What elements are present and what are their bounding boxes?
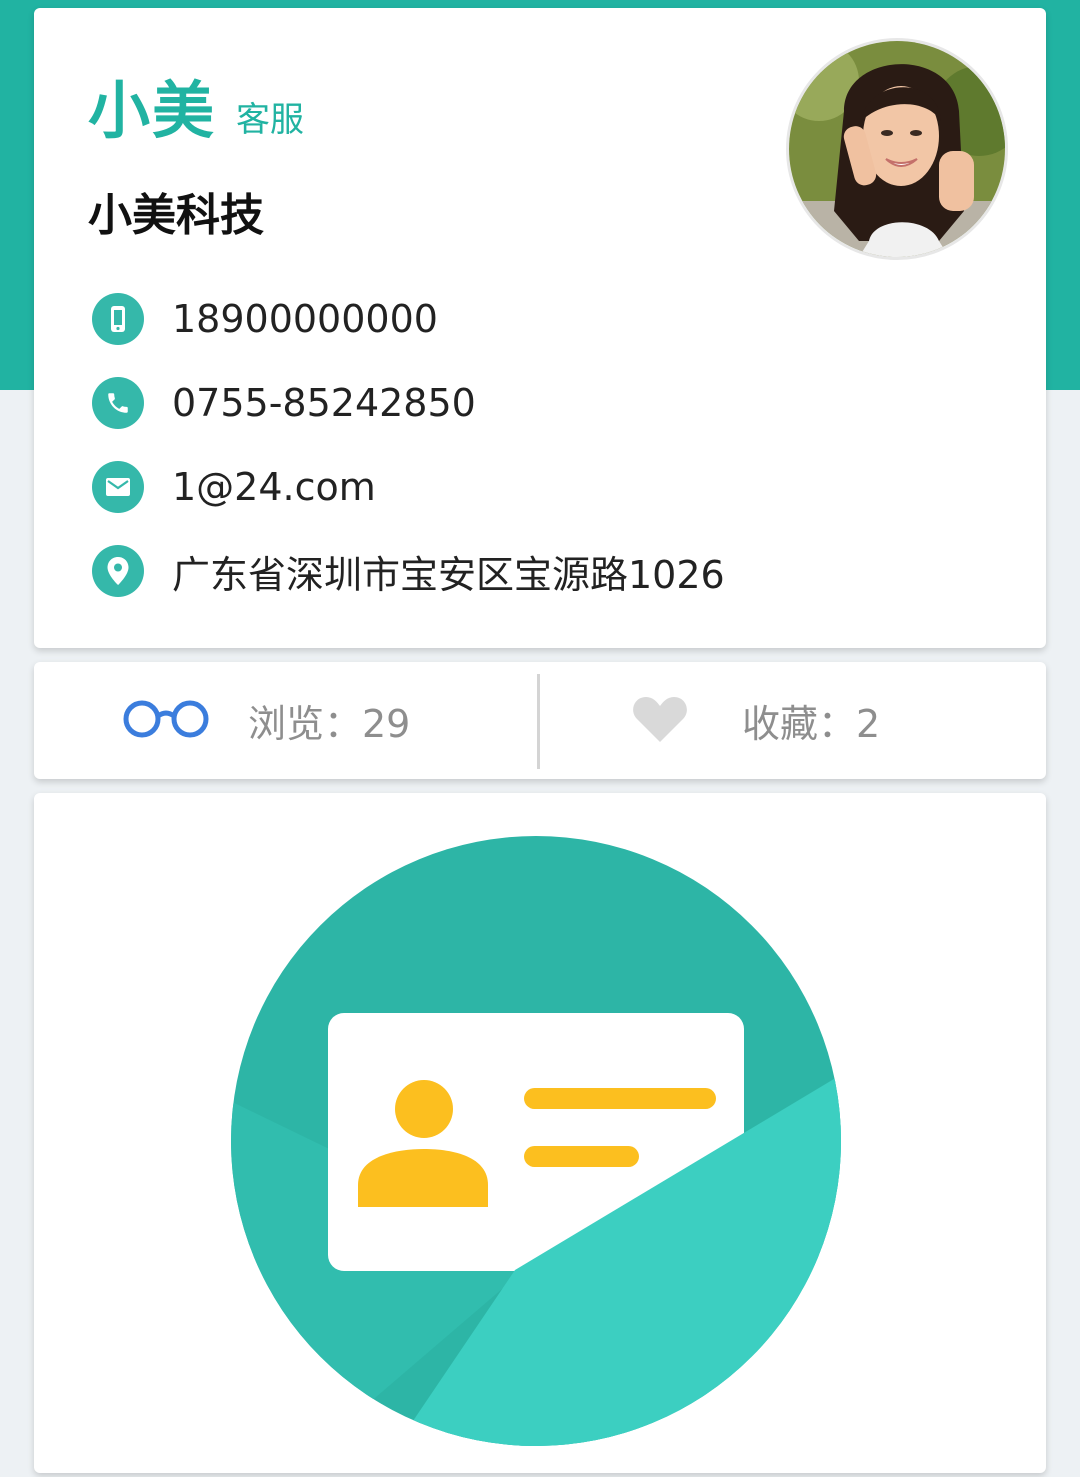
avatar[interactable] (786, 38, 1008, 260)
contact-row-telephone[interactable]: 0755-85242850 (92, 375, 476, 431)
person-role: 客服 (236, 100, 304, 140)
contact-row-mobile[interactable]: 18900000000 (92, 291, 438, 347)
business-card-illustration (231, 836, 841, 1446)
favorites-count: 收藏：2 (742, 702, 881, 746)
views-count: 浏览：29 (248, 702, 411, 746)
email-icon (92, 461, 144, 513)
person-name: 小美 (88, 74, 217, 147)
stats-divider (537, 674, 540, 769)
favorites-stat[interactable]: 收藏：2 (632, 662, 880, 779)
heart-icon[interactable] (632, 694, 688, 748)
location-pin-icon (92, 545, 144, 597)
company-name: 小美科技 (88, 190, 264, 241)
views-stat: 浏览：29 (120, 662, 410, 779)
glasses-icon (120, 699, 212, 743)
stats-bar: 浏览：29 收藏：2 (34, 662, 1046, 779)
address: 广东省深圳市宝安区宝源路1026 (172, 552, 725, 597)
profile-card: 小美 客服 小美科技 18900000000 0755-85242850 1@2… (34, 8, 1046, 648)
illustration-card (34, 793, 1046, 1473)
contact-row-address[interactable]: 广东省深圳市宝安区宝源路1026 (92, 543, 725, 599)
mobile-phone-icon (92, 293, 144, 345)
mobile-number: 18900000000 (172, 297, 438, 341)
telephone-number: 0755-85242850 (172, 381, 476, 425)
telephone-icon (92, 377, 144, 429)
contact-row-email[interactable]: 1@24.com (92, 459, 376, 515)
email-address: 1@24.com (172, 465, 376, 509)
